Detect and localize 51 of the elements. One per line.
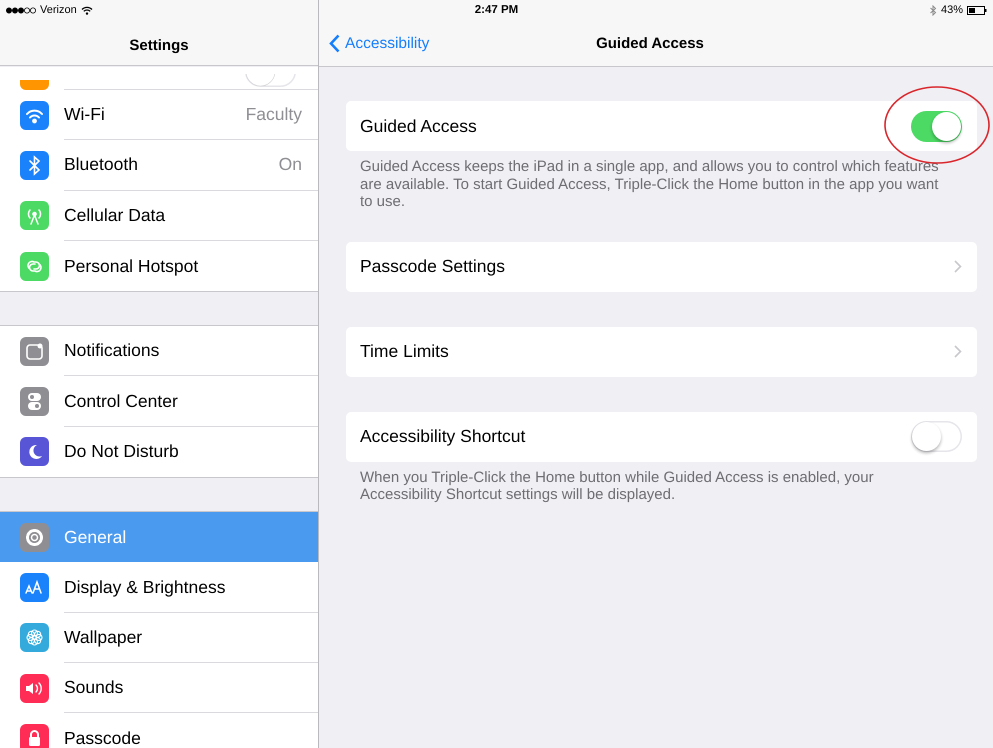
- row-label: Time Limits: [360, 341, 449, 362]
- text-size-icon: [20, 573, 49, 602]
- carrier-name: Verizon: [40, 4, 77, 16]
- footer-note: Guided Access keeps the iPad in a single app, and allows you to control which features are available. To start Guided Access, Triple-Click the Home button in the app you want to use.: [360, 158, 940, 210]
- wifi-icon: [80, 6, 93, 14]
- row-label: Wi-Fi: [64, 104, 105, 126]
- row-label: Personal Hotspot: [64, 256, 198, 277]
- page-title: Guided Access: [596, 34, 704, 52]
- row-label: Control Center: [64, 390, 178, 412]
- row-label: Guided Access: [360, 116, 477, 136]
- toggles-icon: [20, 387, 49, 416]
- chevron-left-icon: [329, 34, 340, 53]
- chevron-right-icon: [954, 260, 962, 273]
- link-icon: [20, 252, 49, 281]
- settings-card[interactable]: Guided Access: [346, 101, 977, 151]
- antenna-icon: [20, 201, 49, 230]
- row-label: Notifications: [64, 340, 160, 362]
- row-label: Bluetooth: [64, 154, 138, 176]
- back-link[interactable]: Accessibility: [329, 34, 430, 53]
- row-value: Faculty: [246, 104, 302, 126]
- settings-card[interactable]: Accessibility Shortcut: [346, 412, 977, 462]
- notification-icon: [20, 336, 49, 366]
- row-label: Passcode Settings: [360, 256, 505, 277]
- speaker-icon: [20, 674, 49, 703]
- row-label: Passcode: [64, 728, 141, 748]
- flower-icon: [20, 623, 49, 652]
- battery-percent: 43%: [940, 4, 963, 16]
- settings-card[interactable]: Passcode Settings: [346, 242, 977, 292]
- chevron-right-icon: [954, 345, 962, 358]
- toggle-switch[interactable]: [245, 74, 296, 87]
- row-label: Wallpaper: [64, 626, 142, 648]
- clock: 2:47 PM: [474, 4, 518, 16]
- row-label: General: [64, 526, 126, 548]
- wifi-icon: [20, 100, 49, 130]
- row-label: Display & Brightness: [64, 576, 226, 598]
- bluetooth-icon: [20, 150, 49, 180]
- row-value: On: [278, 154, 302, 176]
- footer-note: When you Triple-Click the Home button while Guided Access is enabled, your Accessibility Shortcut settings will be displayed.: [360, 468, 875, 504]
- row-label: Sounds: [64, 677, 124, 698]
- signal-icon: [6, 6, 36, 14]
- row-label: Do Not Disturb: [64, 441, 179, 462]
- sidebar-title: Settings: [129, 37, 189, 54]
- toggle-switch[interactable]: [911, 421, 962, 452]
- lock-icon: [20, 724, 49, 748]
- settings-card[interactable]: Time Limits: [346, 326, 977, 376]
- moon-icon: [20, 437, 49, 466]
- toggle-switch[interactable]: [911, 110, 962, 142]
- battery-icon: [967, 6, 987, 14]
- bluetooth-icon: [930, 4, 937, 16]
- row-label: Cellular Data: [64, 204, 166, 226]
- row-label: Accessibility Shortcut: [360, 426, 526, 447]
